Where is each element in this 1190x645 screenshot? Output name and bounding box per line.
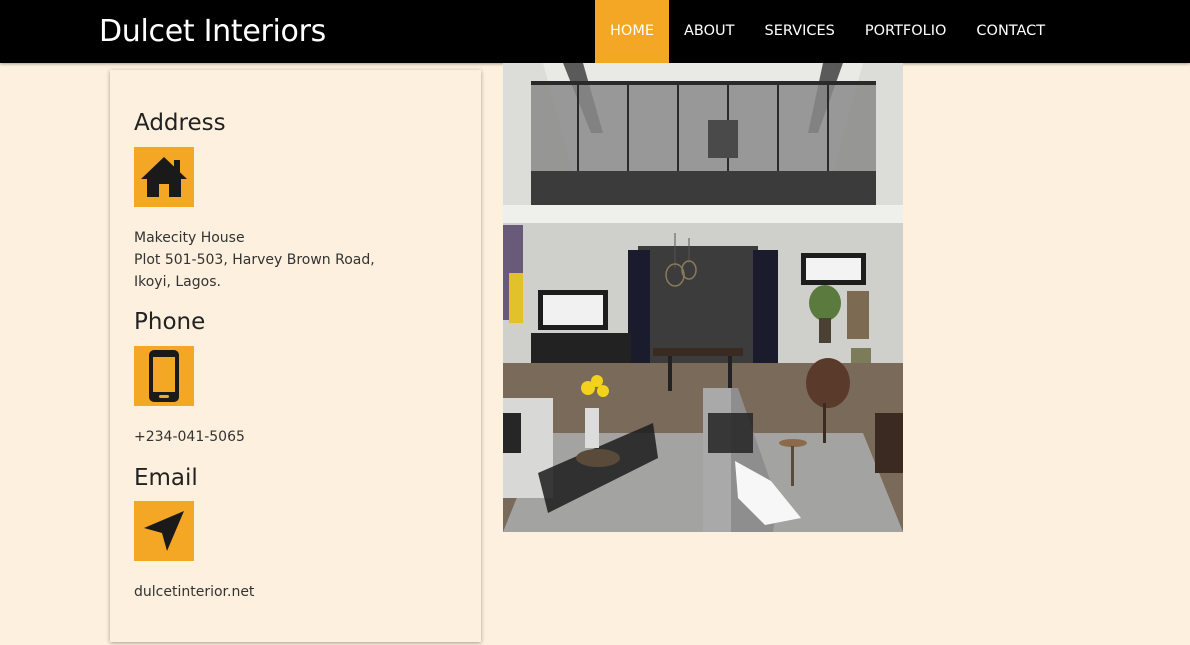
nav-home-link[interactable]: HOME [595,0,669,63]
top-navbar: Dulcet Interiors HOME ABOUT SERVICES POR… [0,0,1190,63]
phone-title: Phone [134,309,206,335]
address-text: Makecity House Plot 501-503, Harvey Brow… [134,227,375,293]
address-line-3: Ikoyi, Lagos. [134,274,221,290]
email-title: Email [134,465,198,491]
interior-loft-photo [503,63,903,532]
address-title: Address [134,110,226,136]
nav-portfolio-link[interactable]: PORTFOLIO [850,0,962,63]
brand-logo-text[interactable]: Dulcet Interiors [99,14,326,50]
main-nav: HOME ABOUT SERVICES PORTFOLIO CONTACT [595,0,1060,63]
mobile-phone-icon [134,346,194,406]
email-address[interactable]: dulcetinterior.net [134,581,254,603]
address-line-2: Plot 501-503, Harvey Brown Road, [134,252,375,268]
nav-about-link[interactable]: ABOUT [669,0,750,63]
home-icon [134,147,194,207]
phone-number[interactable]: +234-041-5065 [134,426,245,448]
nav-contact-link[interactable]: CONTACT [961,0,1060,63]
address-line-1: Makecity House [134,230,245,246]
send-icon [134,501,194,561]
nav-services-link[interactable]: SERVICES [750,0,850,63]
contact-info-card: Address Makecity House Plot 501-503, Har… [110,70,481,642]
